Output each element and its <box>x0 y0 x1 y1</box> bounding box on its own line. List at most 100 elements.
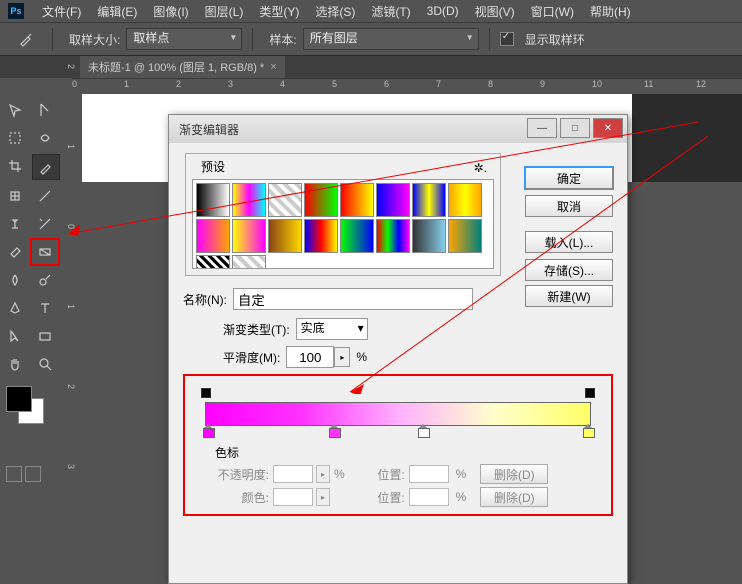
tab-title: 未标题-1 @ 100% (图层 1, RGB/8) * <box>88 59 264 75</box>
save-button[interactable]: 存储(S)... <box>525 259 613 281</box>
lasso-tool[interactable] <box>32 126 58 150</box>
cancel-button[interactable]: 取消 <box>525 195 613 217</box>
preset-swatch[interactable] <box>340 219 374 253</box>
minimize-button[interactable]: — <box>527 118 557 138</box>
move-tool[interactable] <box>2 98 28 122</box>
crop-tool[interactable] <box>2 154 28 178</box>
preset-swatch[interactable] <box>304 183 338 217</box>
delete-opacity-stop-button[interactable]: 删除(D) <box>480 464 548 484</box>
dialog-titlebar[interactable]: 渐变编辑器 — □ ✕ <box>169 115 627 143</box>
menu-item[interactable]: 类型(Y) <box>251 3 307 20</box>
screenmode-toggle[interactable] <box>25 466 41 482</box>
ps-logo: Ps <box>8 3 24 19</box>
preset-swatch[interactable] <box>232 219 266 253</box>
menu-item[interactable]: 视图(V) <box>467 3 523 20</box>
load-button[interactable]: 载入(L)... <box>525 231 613 253</box>
menu-item[interactable]: 编辑(E) <box>89 3 145 20</box>
preset-swatch[interactable] <box>412 219 446 253</box>
close-button[interactable]: ✕ <box>593 118 623 138</box>
gradient-bar[interactable] <box>205 402 591 426</box>
preset-swatch[interactable] <box>376 183 410 217</box>
color-stop-1[interactable] <box>203 424 213 438</box>
eyedropper-icon <box>18 31 34 47</box>
preset-swatch[interactable] <box>196 255 230 269</box>
sample-layers-select[interactable]: 所有图层 <box>303 28 479 50</box>
preset-swatch[interactable] <box>196 219 230 253</box>
color-stop-2[interactable] <box>329 424 339 438</box>
zoom-tool[interactable] <box>32 352 58 376</box>
opacity-stepper[interactable]: ▸ <box>316 465 330 483</box>
eyedropper-tool[interactable] <box>32 154 60 180</box>
smoothness-input[interactable] <box>286 346 334 368</box>
preset-swatch[interactable] <box>448 183 482 217</box>
opacity-field[interactable] <box>273 465 313 483</box>
history-brush-tool[interactable] <box>32 212 58 236</box>
preset-swatch[interactable] <box>304 219 338 253</box>
menu-item[interactable]: 帮助(H) <box>582 3 639 20</box>
preset-swatch[interactable] <box>412 183 446 217</box>
preset-swatch[interactable] <box>268 183 302 217</box>
smoothness-label: 平滑度(M): <box>223 349 280 366</box>
blur-tool[interactable] <box>2 268 28 292</box>
menu-item[interactable]: 图层(L) <box>197 3 252 20</box>
document-tab[interactable]: 未标题-1 @ 100% (图层 1, RGB/8) * × <box>80 56 285 78</box>
preset-swatch[interactable] <box>196 183 230 217</box>
preset-swatch[interactable] <box>232 183 266 217</box>
color-swatches[interactable] <box>6 386 46 426</box>
quickmask-toggle[interactable] <box>6 466 22 482</box>
gradient-track[interactable] <box>195 388 601 438</box>
color-stop-3[interactable] <box>418 424 428 438</box>
presets-menu-icon[interactable]: ✲. <box>474 161 487 175</box>
type-tool[interactable] <box>32 296 58 320</box>
color-field[interactable] <box>273 488 313 506</box>
maximize-button[interactable]: □ <box>560 118 590 138</box>
opacity-stop-left[interactable] <box>201 388 211 400</box>
position-field[interactable] <box>409 465 449 483</box>
preset-swatch[interactable] <box>376 219 410 253</box>
position2-label: 位置: <box>349 489 405 506</box>
arrow-tool[interactable] <box>32 98 58 122</box>
color-stepper[interactable]: ▸ <box>316 488 330 506</box>
delete-color-stop-button[interactable]: 删除(D) <box>480 487 548 507</box>
shape-tool[interactable] <box>32 324 58 348</box>
preset-grid[interactable] <box>192 179 494 269</box>
preset-swatch[interactable] <box>268 219 302 253</box>
pen-tool[interactable] <box>2 296 28 320</box>
gradient-edit-area: 色标 不透明度: ▸ % 位置: % 删除(D) 颜色: ▸ % 位置: % <box>183 374 613 516</box>
dodge-tool[interactable] <box>32 268 58 292</box>
gradient-type-select[interactable]: 实底 <box>296 318 368 340</box>
opacity-stop-right[interactable] <box>585 388 595 400</box>
brush-tool[interactable] <box>32 184 58 208</box>
pct-label: % <box>356 350 367 364</box>
preset-swatch[interactable] <box>340 183 374 217</box>
menu-item[interactable]: 文件(F) <box>34 3 89 20</box>
menu-item[interactable]: 窗口(W) <box>523 3 582 20</box>
eraser-tool[interactable] <box>2 240 28 264</box>
gradient-tool[interactable] <box>32 240 58 264</box>
preset-swatch[interactable] <box>232 255 266 269</box>
menu-item[interactable]: 图像(I) <box>145 3 196 20</box>
stamp-tool[interactable] <box>2 212 28 236</box>
fg-color[interactable] <box>6 386 32 412</box>
position-label: 位置: <box>349 466 405 483</box>
preset-swatch[interactable] <box>448 219 482 253</box>
healing-tool[interactable] <box>2 184 28 208</box>
position2-field[interactable] <box>409 488 449 506</box>
new-button[interactable]: 新建(W) <box>525 285 613 307</box>
ruler-vertical: 210123 <box>64 94 82 584</box>
opacity-label: 不透明度: <box>213 466 269 483</box>
color-stop-4[interactable] <box>583 424 593 438</box>
tab-close-icon[interactable]: × <box>270 61 276 73</box>
sample-size-select[interactable]: 取样点 <box>126 28 242 50</box>
marquee-tool[interactable] <box>2 126 28 150</box>
name-input[interactable] <box>233 288 473 310</box>
menu-item[interactable]: 3D(D) <box>419 4 467 18</box>
path-select-tool[interactable] <box>2 324 28 348</box>
show-ring-checkbox[interactable] <box>500 32 514 46</box>
hand-tool[interactable] <box>2 352 28 376</box>
menu-item[interactable]: 滤镜(T) <box>363 3 418 20</box>
ok-button[interactable]: 确定 <box>525 167 613 189</box>
color-label: 颜色: <box>213 489 269 506</box>
smoothness-stepper[interactable]: ▸ <box>334 347 350 367</box>
menu-item[interactable]: 选择(S) <box>307 3 363 20</box>
